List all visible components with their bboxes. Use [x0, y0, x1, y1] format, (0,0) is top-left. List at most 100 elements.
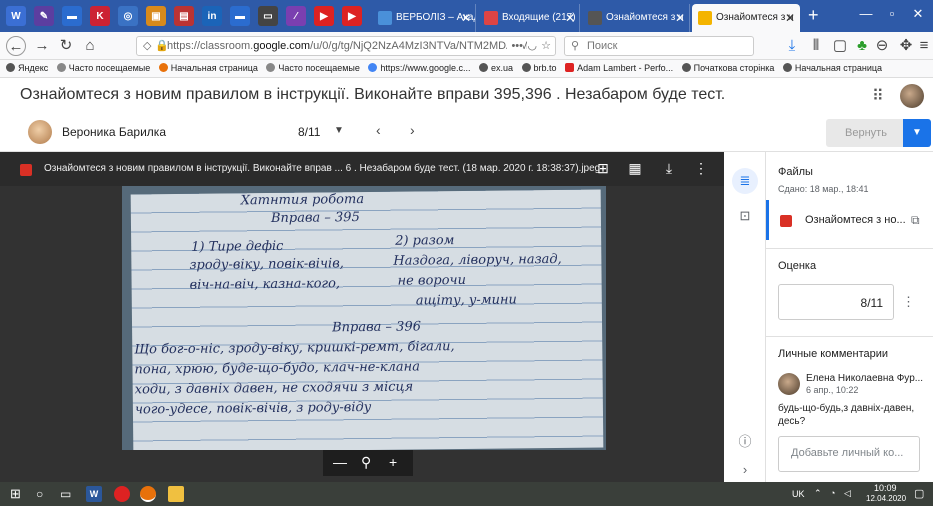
- bookmark-star-icon[interactable]: ☆: [541, 37, 551, 55]
- forward-button[interactable]: →: [32, 36, 52, 56]
- close-icon[interactable]: ✕: [565, 4, 575, 32]
- grade-input[interactable]: 8/11: [778, 284, 894, 320]
- details-icon[interactable]: ≣: [732, 168, 758, 194]
- url-prefix: https://classroom.: [167, 40, 254, 52]
- tab-classroom-active[interactable]: Ознайомтеся з н ✕: [692, 4, 800, 32]
- notifications-icon[interactable]: ▢: [914, 487, 924, 500]
- zoom-out-button[interactable]: —: [333, 454, 347, 470]
- clock-time[interactable]: 10:09: [874, 483, 897, 493]
- minimize-button[interactable]: —: [852, 6, 880, 21]
- menu-icon[interactable]: ≡: [914, 36, 933, 56]
- next-student-button[interactable]: ›: [410, 122, 415, 138]
- reload-button[interactable]: ↻: [56, 36, 76, 56]
- page-actions-button[interactable]: •••: [507, 37, 523, 55]
- windows-start-icon[interactable]: ⊞: [10, 486, 26, 502]
- search-input[interactable]: ⚲ Поиск: [564, 36, 754, 56]
- assignment-title: Ознайомтеся з новим правилом в інструкці…: [20, 86, 726, 103]
- globe-icon: [478, 63, 488, 72]
- bookmark-item[interactable]: ex.ua: [478, 60, 513, 77]
- pinned-tab-linkedin-icon[interactable]: in: [202, 6, 222, 26]
- return-dropdown-button[interactable]: ▼: [903, 119, 931, 147]
- language-indicator[interactable]: UK: [792, 489, 805, 499]
- pinned-tab-youtube-icon[interactable]: ▶: [314, 6, 334, 26]
- opera-icon[interactable]: [114, 486, 130, 502]
- tab-inbox[interactable]: Входящие (217) ✕: [478, 4, 580, 32]
- comment-icon[interactable]: ⊡: [735, 206, 755, 226]
- extension-icon[interactable]: ♣: [852, 36, 872, 56]
- bookmark-item[interactable]: Часто посещаемые: [266, 60, 360, 77]
- close-icon[interactable]: ✕: [675, 4, 685, 32]
- chevron-down-icon[interactable]: ▼: [334, 125, 344, 136]
- bookmark-item[interactable]: https://www.google.c...: [368, 60, 470, 77]
- pinned-tab-icon[interactable]: ▭: [258, 6, 278, 26]
- pocket-icon[interactable]: ◡: [527, 37, 537, 55]
- student-avatar: [28, 120, 52, 144]
- back-button[interactable]: ←: [6, 36, 26, 56]
- help-icon[interactable]: ⓘ: [735, 432, 755, 452]
- magnifier-icon: ⚲: [361, 454, 372, 470]
- pinned-tab-youtube-icon[interactable]: ▶: [342, 6, 362, 26]
- pinned-tab-icon[interactable]: ◎: [118, 6, 138, 26]
- task-view-icon[interactable]: ▭: [60, 486, 76, 502]
- bookmark-item[interactable]: Начальная страница: [158, 60, 258, 77]
- account-icon[interactable]: ⊖: [872, 36, 892, 56]
- clock-date[interactable]: 12.04.2020: [866, 494, 906, 503]
- close-icon[interactable]: ✕: [785, 4, 795, 32]
- pinned-tab-icon[interactable]: ▬: [62, 6, 82, 26]
- handwriting-line: Хатнтия робота: [240, 192, 365, 209]
- pinned-tab-word-icon[interactable]: W: [6, 6, 26, 26]
- more-options-icon[interactable]: ⋮: [902, 294, 915, 310]
- home-button[interactable]: ⌂: [80, 36, 100, 56]
- bookmark-item[interactable]: Начальная страница: [782, 60, 882, 77]
- tab-verboliz[interactable]: ВЕРБОЛІЗ – Акад ✕: [372, 4, 476, 32]
- previous-student-button[interactable]: ‹: [376, 122, 381, 138]
- apps-grid-icon[interactable]: ⠿: [872, 86, 890, 105]
- zoom-in-button[interactable]: +: [389, 454, 397, 470]
- download-icon[interactable]: ⤓: [660, 160, 678, 177]
- collapse-panel-icon[interactable]: ›: [735, 460, 755, 480]
- volume-icon[interactable]: ◁: [844, 488, 851, 499]
- pinned-tab-icon[interactable]: ✎: [34, 6, 54, 26]
- bookmark-item[interactable]: brb.to: [521, 60, 557, 77]
- close-icon[interactable]: ✕: [461, 4, 471, 32]
- side-icon-strip: ≣ ⊡ ⓘ ›: [724, 152, 766, 482]
- extension-icon[interactable]: ✥: [896, 36, 916, 56]
- firefox-icon[interactable]: [140, 486, 156, 502]
- library-icon[interactable]: ⫴: [806, 36, 826, 56]
- private-comment-input[interactable]: Добавьте личный ко...: [778, 436, 920, 472]
- open-in-new-icon[interactable]: ⊞: [594, 160, 612, 177]
- word-icon[interactable]: W: [86, 486, 102, 502]
- avatar[interactable]: [900, 84, 924, 108]
- return-button[interactable]: Вернуть: [826, 119, 906, 147]
- divider: [766, 248, 933, 249]
- maximize-button[interactable]: ▫: [878, 6, 906, 21]
- bookmark-item[interactable]: Adam Lambert - Perfo...: [565, 60, 673, 77]
- open-in-new-icon[interactable]: ⧉: [911, 213, 920, 228]
- bookmark-item[interactable]: Яндекс: [6, 60, 48, 77]
- globe-icon: [782, 63, 792, 72]
- pinned-tab-icon[interactable]: ▬: [230, 6, 250, 26]
- student-score-select[interactable]: 8/11: [298, 125, 320, 139]
- close-window-button[interactable]: ✕: [904, 6, 932, 22]
- sidebar-icon[interactable]: ▢: [830, 36, 850, 56]
- attached-file[interactable]: Ознайомтеся з но... ⧉: [766, 200, 933, 240]
- print-icon[interactable]: ▦: [626, 160, 644, 177]
- bookmark-item[interactable]: Часто посещаемые: [56, 60, 150, 77]
- zoom-controls: — ⚲ +: [323, 450, 413, 476]
- chevron-up-icon[interactable]: ⌃: [814, 488, 822, 499]
- new-tab-button[interactable]: +: [808, 6, 819, 24]
- pinned-tab-icon[interactable]: ⁄: [286, 6, 306, 26]
- download-icon[interactable]: ⤓: [782, 36, 802, 56]
- search-icon[interactable]: ○: [36, 486, 52, 502]
- globe-icon: [521, 63, 531, 72]
- pinned-tab-icon[interactable]: ▣: [146, 6, 166, 26]
- pinned-tab-k-icon[interactable]: K: [90, 6, 110, 26]
- file-explorer-icon[interactable]: [168, 486, 184, 502]
- bookmark-item[interactable]: Початкова сторінка: [681, 60, 774, 77]
- pinned-tab-icon[interactable]: ▤: [174, 6, 194, 26]
- tab-classroom[interactable]: Ознайомтеся з н ✕: [582, 4, 690, 32]
- network-icon[interactable]: ◔: [830, 488, 835, 498]
- more-options-icon[interactable]: ⋮: [692, 160, 710, 177]
- url-bar[interactable]: ◇ 🔒 https://classroom.google.com/u/0/g/t…: [136, 36, 556, 56]
- grade-heading: Оценка: [778, 260, 817, 272]
